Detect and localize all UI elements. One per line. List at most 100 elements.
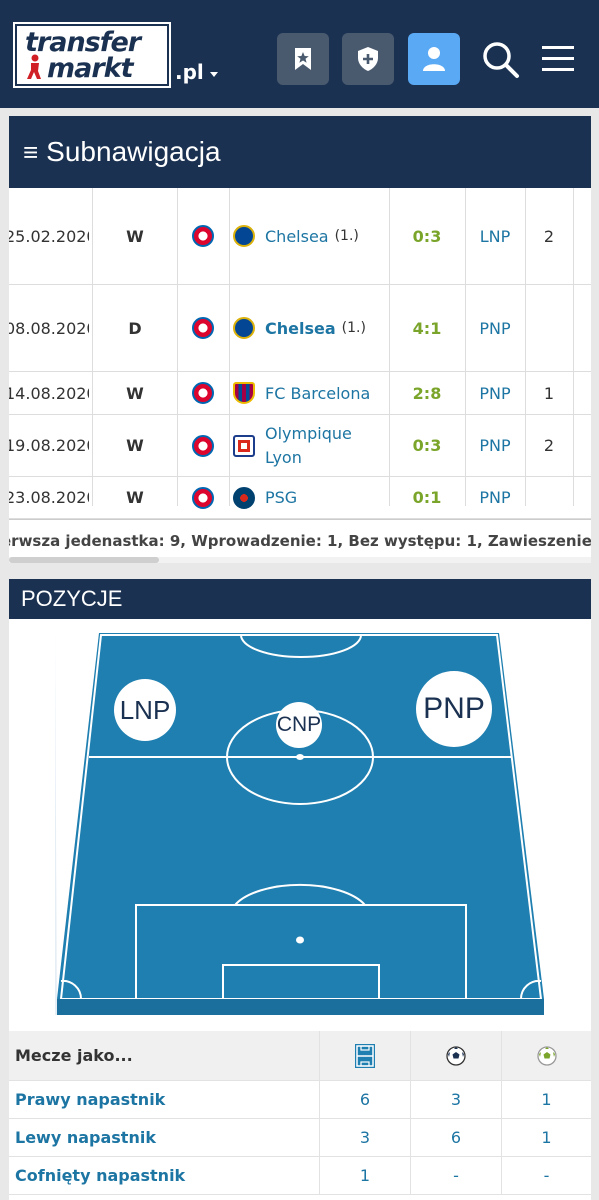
opponent-rank: (1.)	[334, 228, 359, 244]
goals-count	[525, 477, 573, 518]
subnav-label: Subnawigacja	[46, 136, 221, 167]
football-goal-icon	[446, 1045, 466, 1066]
match-date: 14.08.2020	[9, 383, 89, 403]
goals-value: 6	[410, 1119, 501, 1156]
match-date: 08.08.2020	[9, 318, 89, 338]
football-assist-icon	[536, 1045, 557, 1066]
match-venue: W	[126, 383, 144, 403]
match-score-link[interactable]: 2:8	[389, 372, 465, 414]
goals-count: 2	[543, 436, 555, 455]
hamburger-menu-icon	[542, 46, 574, 71]
stats-header-label: Mecze jako...	[15, 1046, 133, 1065]
player-position: PNP	[479, 488, 511, 507]
menu-button[interactable]	[532, 33, 584, 85]
user-icon	[423, 47, 445, 71]
chevron-down-icon[interactable]	[210, 72, 218, 77]
position-marker-center-forward: CNP	[276, 702, 322, 748]
positions-section: POZYCJE LNP CNP PNP Mecze jako... Prawy …	[9, 579, 591, 1200]
top-navigation-bar: transfer markt .pl	[0, 0, 599, 108]
subnavigation-toggle[interactable]: ≡ Subnawigacja	[9, 116, 591, 188]
lyon-crest-icon	[233, 434, 255, 457]
summary-text: erwsza jedenastka: 9, Wprowadzenie: 1, B…	[9, 531, 591, 550]
position-marker-left-forward: LNP	[114, 679, 176, 741]
search-button[interactable]	[474, 33, 526, 85]
opponent-cell: Chelsea (1.)	[233, 285, 389, 371]
bayern-crest-icon	[177, 285, 229, 371]
chelsea-crest-icon	[233, 225, 255, 247]
goals-value: 3	[410, 1081, 501, 1118]
match-score-link[interactable]: 0:1	[389, 477, 465, 518]
assists-value: 1	[501, 1119, 591, 1156]
assists-column	[501, 1031, 591, 1080]
bookmark-star-icon	[295, 48, 311, 70]
goals-count: 2	[543, 226, 555, 246]
position-marker-right-forward: PNP	[416, 671, 492, 747]
bayern-crest-icon	[177, 372, 229, 414]
opponent-link[interactable]: Olympique Lyon	[265, 422, 365, 470]
barcelona-crest-icon	[233, 382, 255, 404]
scrollbar-thumb[interactable]	[9, 557, 159, 563]
goals-count: 1	[543, 383, 555, 403]
appearance-summary: erwsza jedenastka: 9, Wprowadzenie: 1, B…	[9, 519, 591, 561]
table-row: 23.08.2020 W PSG 0:1 PNP	[9, 477, 591, 519]
match-score-link[interactable]: 0:3	[389, 188, 465, 284]
my-club-button[interactable]	[342, 33, 394, 85]
match-date: 19.08.2020	[9, 436, 89, 455]
watchlist-button[interactable]	[277, 33, 329, 85]
table-row: Prawy napastnik 6 3 1	[9, 1081, 591, 1119]
player-position: PNP	[479, 436, 511, 455]
player-position: LNP	[479, 226, 511, 246]
match-date: 23.08.2020	[9, 488, 89, 507]
table-row: Cofnięty napastnik 1 - -	[9, 1157, 591, 1195]
position-name: Prawy napastnik	[15, 1090, 166, 1109]
pitch-appearances-icon	[355, 1043, 375, 1068]
table-row: Lewy napastnik 3 6 1	[9, 1119, 591, 1157]
appearances-value: 6	[319, 1081, 410, 1118]
psg-crest-icon	[233, 486, 255, 509]
opponent-cell: FC Barcelona	[233, 372, 389, 414]
appearances-value: 1	[319, 1157, 410, 1194]
profile-button[interactable]	[408, 33, 460, 85]
player-position: PNP	[479, 318, 511, 338]
appearances-value: 3	[319, 1119, 410, 1156]
position-stats-table: Mecze jako... Prawy napastnik 6 3 1 Lewy…	[9, 1031, 591, 1195]
positions-title: POZYCJE	[9, 579, 591, 619]
assists-value: 1	[501, 1081, 591, 1118]
table-row: 14.08.2020 W FC Barcelona 2:8 PNP 1	[9, 372, 591, 415]
match-date: 25.02.2020	[9, 226, 89, 246]
match-venue: D	[128, 318, 142, 338]
opponent-rank: (1.)	[341, 320, 366, 336]
bayern-crest-icon	[177, 415, 229, 476]
opponent-link[interactable]: PSG	[265, 488, 297, 507]
position-name: Lewy napastnik	[15, 1128, 156, 1147]
chelsea-crest-icon	[233, 317, 255, 339]
horizontal-scrollbar[interactable]	[9, 557, 591, 563]
table-row: 08.08.2020 D Chelsea (1.) 4:1 PNP	[9, 285, 591, 372]
transfermarkt-logo[interactable]: transfer markt	[13, 22, 171, 88]
opponent-link[interactable]: Chelsea	[265, 319, 336, 338]
football-pitch-diagram	[55, 633, 544, 1015]
opponent-link[interactable]: FC Barcelona	[265, 384, 370, 403]
bayern-crest-icon	[177, 477, 229, 518]
logo-player-icon	[27, 54, 41, 79]
match-score-link[interactable]: 0:3	[389, 415, 465, 476]
opponent-cell: Olympique Lyon	[233, 415, 389, 476]
domain-selector[interactable]: .pl	[175, 60, 204, 84]
position-name: Cofnięty napastnik	[15, 1166, 186, 1185]
match-history-table: 25.02.2020 W Chelsea (1.) 0:3 LNP 2 08.0…	[9, 188, 591, 563]
assists-value: -	[501, 1157, 591, 1194]
table-header-row: Mecze jako...	[9, 1031, 591, 1081]
shield-plus-icon	[358, 47, 378, 71]
logo-text-line2: markt	[47, 53, 134, 84]
match-venue: W	[126, 436, 144, 455]
player-position: PNP	[479, 383, 511, 403]
goals-count	[525, 285, 573, 371]
match-score-link[interactable]: 4:1	[389, 285, 465, 371]
goals-column	[410, 1031, 501, 1080]
menu-lines-icon: ≡	[23, 136, 39, 167]
search-icon	[483, 42, 519, 78]
opponent-link[interactable]: Chelsea	[265, 227, 329, 246]
bayern-crest-icon	[177, 188, 229, 284]
match-venue: W	[126, 488, 144, 507]
opponent-cell: Chelsea (1.)	[233, 188, 389, 284]
